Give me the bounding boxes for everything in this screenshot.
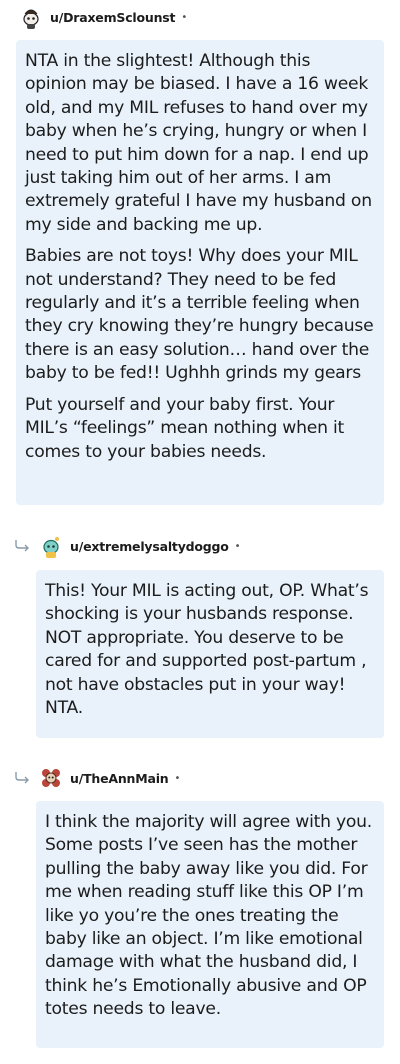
reply-arrow-icon bbox=[15, 540, 29, 552]
comment-header: u/DraxemSclounst • bbox=[18, 2, 187, 32]
username[interactable]: u/TheAnnMain bbox=[70, 771, 169, 786]
comment-body: This! Your MIL is acting out, OP. What’s… bbox=[36, 570, 384, 738]
comment-paragraph: Babies are not toys! Why does your MIL n… bbox=[25, 246, 374, 384]
comment-paragraph: Put yourself and your baby first. Your M… bbox=[25, 394, 344, 462]
username[interactable]: u/extremelysaltydoggo bbox=[70, 539, 229, 554]
avatar-snoo-icon[interactable] bbox=[18, 4, 44, 30]
avatar-snoo-teal-icon[interactable] bbox=[38, 533, 64, 559]
username[interactable]: u/DraxemSclounst bbox=[50, 10, 176, 25]
separator-dot: • bbox=[174, 772, 181, 784]
separator-dot: • bbox=[234, 540, 241, 552]
comment-body: NTA in the slightest! Although this opin… bbox=[16, 40, 384, 505]
comment-paragraph: I think the majority will agree with you… bbox=[45, 812, 373, 1020]
reply-arrow-icon bbox=[15, 772, 29, 784]
comment-paragraph: NTA in the slightest! Although this opin… bbox=[25, 51, 372, 235]
separator-dot: • bbox=[181, 11, 188, 23]
avatar-snoo-flower-icon[interactable] bbox=[38, 765, 64, 791]
comment-header: u/extremelysaltydoggo • bbox=[38, 531, 241, 561]
comment-paragraph: This! Your MIL is acting out, OP. What’s… bbox=[45, 581, 369, 719]
comment-header: u/TheAnnMain • bbox=[38, 763, 180, 793]
comment-body: I think the majority will agree with you… bbox=[36, 801, 384, 1048]
